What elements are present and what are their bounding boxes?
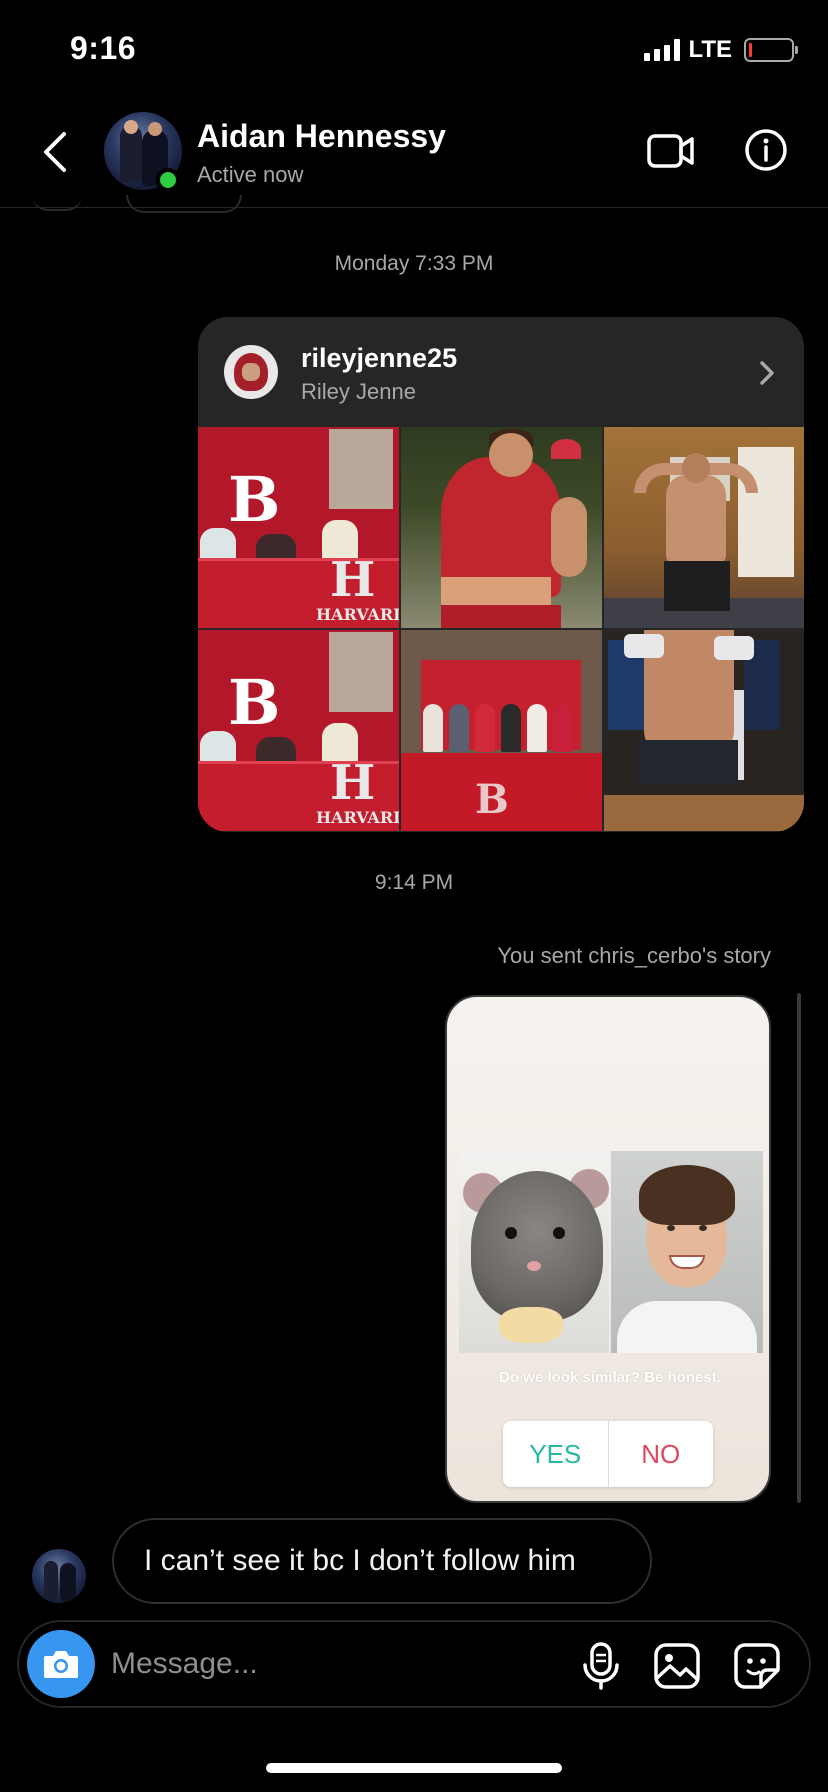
scrollbar[interactable] (797, 993, 801, 1503)
profile-avatar (224, 345, 278, 399)
contact-status: Active now (197, 162, 304, 187)
poll-question: Do we look similar? Be honest. (499, 1369, 721, 1386)
network-label: LTE (688, 36, 732, 63)
back-chevron-icon[interactable] (40, 130, 70, 174)
previous-avatar-edge (32, 195, 82, 211)
rat-photo (459, 1151, 609, 1353)
photo-signing: B H HARVARD (198, 427, 399, 628)
received-message[interactable]: I can’t see it bc I don’t follow him (112, 1518, 652, 1604)
info-icon[interactable] (744, 128, 788, 172)
status-indicators: LTE (644, 36, 798, 64)
status-time: 9:16 (70, 30, 137, 66)
timestamp: Monday 7:33 PM (334, 252, 494, 275)
photo-flexing (604, 427, 804, 628)
shared-story[interactable]: Do we look similar? Be honest. YES NO (445, 995, 771, 1503)
photo-football (401, 427, 602, 628)
profile-full-name: Riley Jenne (301, 379, 416, 404)
photo-signing-2: B H HARVARD (198, 630, 399, 831)
story-photos (459, 1151, 763, 1353)
camera-icon (44, 1651, 78, 1678)
microphone-icon[interactable] (579, 1641, 623, 1691)
gallery-icon[interactable] (653, 1642, 701, 1690)
selfie-photo (611, 1151, 763, 1353)
message-input[interactable] (111, 1642, 491, 1686)
previous-message-edge (126, 195, 242, 213)
contact-name[interactable]: Aidan Hennessy (197, 118, 446, 155)
poll-sticker: YES NO (503, 1421, 713, 1487)
profile-username: rileyjenne25 (301, 343, 458, 373)
chevron-right-icon (760, 361, 774, 385)
home-indicator[interactable] (266, 1763, 562, 1773)
poll-yes-option[interactable]: YES (503, 1421, 609, 1487)
battery-icon (744, 38, 798, 62)
timestamp: 9:14 PM (374, 871, 454, 894)
message-composer (17, 1620, 811, 1708)
story-caption: You sent chris_cerbo's story (497, 943, 771, 968)
shared-profile-card[interactable]: rileyjenne25 Riley Jenne B H HARVARD B H… (198, 317, 804, 832)
signal-icon (644, 39, 681, 61)
online-indicator (156, 168, 180, 192)
poll-no-option[interactable]: NO (609, 1421, 714, 1487)
photo-family-group: B (401, 630, 602, 831)
sticker-icon[interactable] (733, 1642, 781, 1690)
video-camera-icon[interactable] (646, 131, 696, 171)
photo-lockers (604, 630, 804, 831)
profile-photo-grid: B H HARVARD B H HARVARD B (198, 427, 804, 832)
sender-avatar[interactable] (32, 1549, 86, 1603)
chat-header: Aidan Hennessy Active now (0, 100, 828, 208)
camera-button[interactable] (27, 1630, 95, 1698)
